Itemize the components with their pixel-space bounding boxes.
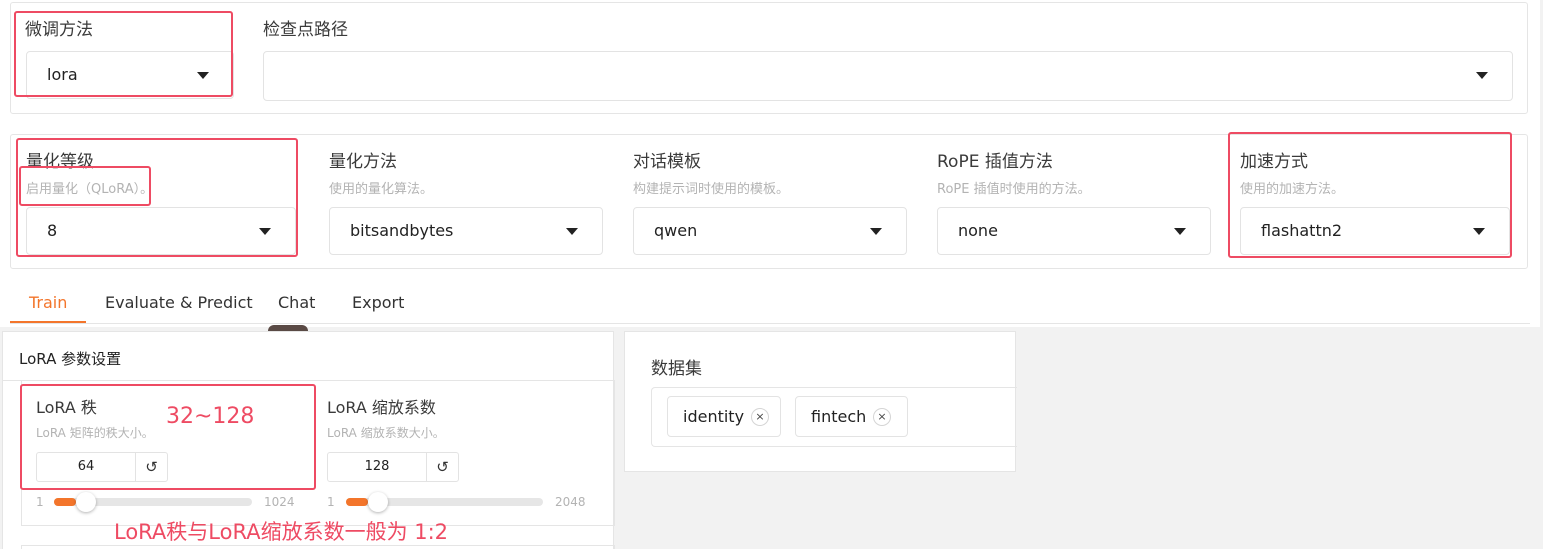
- quant-bit-label: 量化等级: [26, 152, 94, 172]
- finetune-method-select[interactable]: lora: [26, 51, 234, 99]
- reset-icon[interactable]: ↺: [426, 452, 459, 482]
- quant-method-label: 量化方法: [329, 152, 397, 172]
- chevron-down-icon: [1476, 72, 1488, 79]
- chevron-down-icon: [1473, 228, 1485, 235]
- lora-rank-label: LoRA 秩: [36, 398, 97, 417]
- tab-train[interactable]: Train: [29, 293, 67, 312]
- rope-label: RoPE 插值方法: [937, 152, 1053, 172]
- rope-value: none: [958, 221, 998, 240]
- dataset-chip-label: identity: [683, 407, 745, 426]
- booster-value: flashattn2: [1261, 221, 1343, 240]
- lora-alpha-input[interactable]: 128: [327, 452, 427, 482]
- slider-fill: [346, 498, 369, 506]
- template-desc: 构建提示词时使用的模板。: [633, 182, 790, 197]
- lora-alpha-max: 2048: [555, 495, 586, 509]
- finetune-method-label: 微调方法: [25, 20, 93, 40]
- dataset-chip[interactable]: fintech ×: [795, 396, 908, 437]
- lora-alpha-desc: LoRA 缩放系数大小。: [327, 426, 445, 440]
- lora-rank-min: 1: [36, 495, 44, 509]
- chevron-down-icon: [1174, 228, 1186, 235]
- template-label: 对话模板: [633, 152, 701, 172]
- reset-icon[interactable]: ↺: [135, 452, 168, 482]
- tab-evaluate-predict[interactable]: Evaluate & Predict: [105, 293, 253, 312]
- template-value: qwen: [654, 221, 698, 240]
- lora-rank-desc: LoRA 矩阵的秩大小。: [36, 426, 154, 440]
- quant-bit-desc: 启用量化（QLoRA）。: [26, 182, 154, 197]
- dataset-chip-label: fintech: [811, 407, 867, 426]
- dataset-chip[interactable]: identity ×: [667, 396, 781, 437]
- quant-method-select[interactable]: bitsandbytes: [329, 207, 603, 255]
- annotation-rank-hint: 32~128: [166, 404, 255, 429]
- chevron-down-icon: [259, 228, 271, 235]
- remove-icon[interactable]: ×: [751, 408, 769, 426]
- tabs-divider: [10, 323, 1530, 324]
- quant-method-desc: 使用的量化算法。: [329, 182, 434, 197]
- booster-label: 加速方式: [1240, 152, 1308, 172]
- lora-alpha-label: LoRA 缩放系数: [327, 398, 436, 417]
- avatar: [268, 325, 308, 331]
- tab-chat[interactable]: Chat: [278, 293, 315, 312]
- advanced-config-panel: 量化等级 启用量化（QLoRA）。 8 量化方法 使用的量化算法。 bitsan…: [10, 134, 1528, 269]
- lora-rank-slider[interactable]: [54, 492, 252, 512]
- chevron-down-icon: [566, 228, 578, 235]
- lora-alpha-slider[interactable]: [346, 492, 543, 512]
- lora-rank-input[interactable]: 64: [36, 452, 136, 482]
- chevron-down-icon: [870, 228, 882, 235]
- quant-bit-select[interactable]: 8: [26, 207, 296, 255]
- checkpoint-path-label: 检查点路径: [263, 20, 348, 40]
- remove-icon[interactable]: ×: [873, 408, 891, 426]
- lora-alpha-min: 1: [327, 495, 335, 509]
- slider-fill: [54, 498, 77, 506]
- booster-select[interactable]: flashattn2: [1240, 207, 1510, 255]
- tab-export[interactable]: Export: [352, 293, 404, 312]
- template-select[interactable]: qwen: [633, 207, 907, 255]
- model-settings-panel: 微调方法 lora 检查点路径: [10, 2, 1528, 114]
- annotation-ratio-hint: LoRA秩与LoRA缩放系数一般为 1:2: [114, 520, 449, 544]
- rope-desc: RoPE 插值时使用的方法。: [937, 182, 1091, 197]
- rope-select[interactable]: none: [937, 207, 1211, 255]
- dataset-label: 数据集: [651, 359, 702, 379]
- finetune-method-value: lora: [47, 65, 78, 84]
- chevron-down-icon: [197, 72, 209, 79]
- lora-rank-max: 1024: [264, 495, 295, 509]
- quant-bit-value: 8: [47, 221, 58, 240]
- active-tab-indicator: [10, 321, 86, 323]
- booster-desc: 使用的加速方法。: [1240, 182, 1345, 197]
- quant-method-value: bitsandbytes: [350, 221, 454, 240]
- checkpoint-path-select[interactable]: [263, 51, 1513, 101]
- lora-settings-title: LoRA 参数设置: [19, 350, 122, 368]
